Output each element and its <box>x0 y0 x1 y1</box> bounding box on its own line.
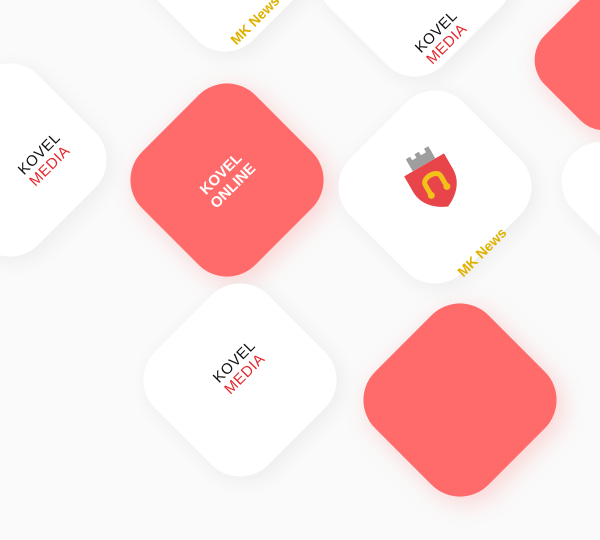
mk-news-label: MK News <box>227 0 283 48</box>
white-tile-right-edge[interactable] <box>545 125 600 295</box>
red-tile-right-edge[interactable] <box>520 0 600 145</box>
kovel-media-tile-bottom[interactable]: KOVEL MEDIA <box>126 266 354 494</box>
mk-news-tile-top[interactable]: MK News <box>111 0 339 69</box>
mk-news-tile[interactable]: MK News <box>321 73 549 301</box>
kovel-media-tile-left[interactable]: KOVEL MEDIA <box>0 46 124 274</box>
kovel-media-tile-top[interactable]: KOVEL MEDIA <box>301 0 529 94</box>
kovel-online-tile[interactable]: KOVEL ONLINE <box>113 66 341 294</box>
mk-news-label: MK News <box>454 224 510 280</box>
red-tile-bottom[interactable] <box>346 286 574 514</box>
